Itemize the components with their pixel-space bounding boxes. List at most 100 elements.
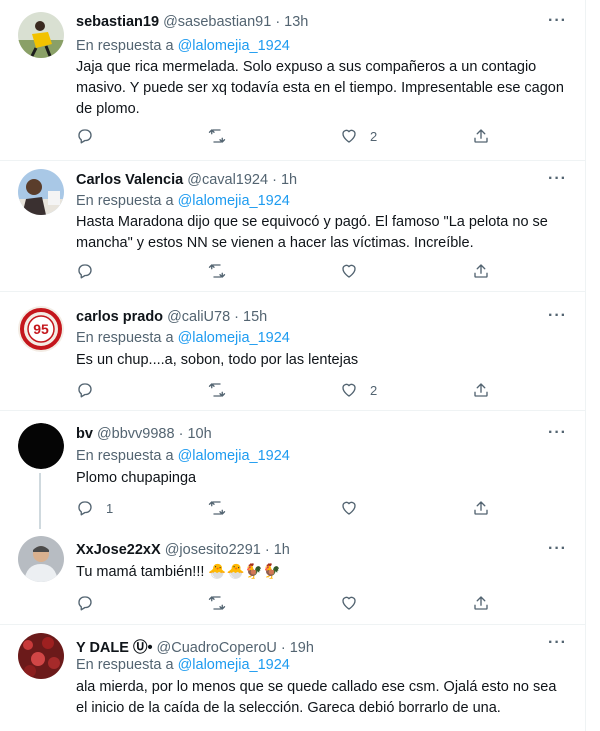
share-button[interactable] bbox=[472, 498, 490, 518]
more-options-icon[interactable]: ··· bbox=[548, 540, 567, 558]
tweet-header: sebastian19 @sasebastian91 · 13h bbox=[76, 14, 308, 30]
reply-button[interactable] bbox=[76, 593, 106, 613]
reply-context: En respuesta a @lalomejia_1924 bbox=[76, 448, 290, 464]
tweet-text: ala mierda, por lo menos que se quede ca… bbox=[76, 679, 557, 716]
reply-icon bbox=[76, 381, 94, 399]
tweet-actions: 2 bbox=[76, 126, 496, 146]
reply-mention-link[interactable]: @lalomejia_1924 bbox=[178, 38, 290, 54]
retweet-button[interactable] bbox=[207, 593, 227, 613]
more-options-icon[interactable]: ··· bbox=[548, 12, 567, 30]
share-button[interactable] bbox=[472, 380, 490, 400]
more-options-icon[interactable]: ··· bbox=[548, 307, 567, 325]
thread-connector bbox=[39, 473, 41, 529]
tweet-actions bbox=[76, 593, 496, 613]
display-name[interactable]: Carlos Valencia bbox=[76, 172, 183, 188]
reply-mention-link[interactable]: @lalomejia_1924 bbox=[178, 330, 290, 346]
reply-context: En respuesta a @lalomejia_1924 bbox=[76, 330, 290, 346]
avatar[interactable] bbox=[18, 169, 64, 215]
tweet[interactable]: Y DALE Ⓤ• @CuadroCoperoU · 19h ··· En re… bbox=[0, 625, 585, 731]
tweet-text: Es un chup....a, sobon, todo por las len… bbox=[76, 352, 359, 368]
reply-mention-link[interactable]: @lalomejia_1924 bbox=[178, 193, 290, 209]
like-button[interactable] bbox=[340, 498, 370, 518]
like-button[interactable] bbox=[340, 261, 370, 281]
reply-button[interactable]: 1 bbox=[76, 498, 113, 518]
tweet[interactable]: sebastian19 @sasebastian91 · 13h ··· En … bbox=[0, 0, 585, 160]
like-count: 2 bbox=[370, 128, 378, 144]
more-options-icon[interactable]: ··· bbox=[548, 170, 567, 188]
like-count: 2 bbox=[370, 382, 378, 398]
handle-time[interactable]: @sasebastian91 · 13h bbox=[163, 14, 308, 30]
retweet-icon bbox=[207, 499, 227, 517]
tweet[interactable]: XxJose22xX @josesito2291 · 1h ··· Tu mam… bbox=[0, 528, 585, 622]
reply-icon bbox=[76, 594, 94, 612]
reply-button[interactable] bbox=[76, 126, 106, 146]
retweet-button[interactable] bbox=[207, 261, 227, 281]
tweet[interactable]: Carlos Valencia @caval1924 · 1h ··· En r… bbox=[0, 161, 585, 291]
share-icon bbox=[472, 499, 490, 517]
handle-time[interactable]: @caliU78 · 15h bbox=[167, 309, 267, 325]
like-button[interactable]: 2 bbox=[340, 380, 377, 400]
avatar-badge-text: 95 bbox=[33, 321, 49, 337]
tweet-header: XxJose22xX @josesito2291 · 1h bbox=[76, 542, 290, 558]
handle-time[interactable]: @bbvv9988 · 10h bbox=[97, 426, 212, 442]
display-name[interactable]: Y DALE Ⓤ• bbox=[76, 640, 153, 656]
avatar[interactable] bbox=[18, 423, 64, 469]
tweet[interactable]: 95 carlos prado @caliU78 · 15h ··· En re… bbox=[0, 292, 585, 410]
avatar[interactable] bbox=[18, 633, 64, 679]
display-name[interactable]: XxJose22xX bbox=[76, 542, 161, 558]
tweet-actions: 1 bbox=[76, 498, 496, 518]
reply-button[interactable] bbox=[76, 261, 106, 281]
like-button[interactable]: 2 bbox=[340, 126, 377, 146]
share-icon bbox=[472, 594, 490, 612]
retweet-button[interactable] bbox=[207, 380, 227, 400]
tweet[interactable]: bv @bbvv9988 · 10h ··· En respuesta a @l… bbox=[0, 411, 585, 529]
tweet-text: Jaja que rica mermelada. Solo expuso a s… bbox=[76, 59, 564, 117]
heart-icon bbox=[340, 127, 358, 145]
retweet-icon bbox=[207, 262, 227, 280]
reply-prefix: En respuesta a bbox=[76, 38, 174, 54]
heart-icon bbox=[340, 499, 358, 517]
tweet-header: carlos prado @caliU78 · 15h bbox=[76, 309, 267, 325]
more-options-icon[interactable]: ··· bbox=[548, 424, 567, 442]
retweet-button[interactable] bbox=[207, 498, 227, 518]
tweet-actions: 2 bbox=[76, 380, 496, 400]
reply-icon bbox=[76, 262, 94, 280]
avatar[interactable] bbox=[18, 536, 64, 582]
avatar[interactable] bbox=[18, 12, 64, 58]
tweet-actions bbox=[76, 261, 496, 281]
reply-prefix: En respuesta a bbox=[76, 448, 174, 464]
replies-feed: sebastian19 @sasebastian91 · 13h ··· En … bbox=[0, 0, 586, 731]
tweet-header: Carlos Valencia @caval1924 · 1h bbox=[76, 172, 297, 188]
reply-prefix: En respuesta a bbox=[76, 657, 174, 673]
heart-icon bbox=[340, 381, 358, 399]
reply-count: 1 bbox=[106, 500, 114, 516]
share-button[interactable] bbox=[472, 593, 490, 613]
reply-icon bbox=[76, 499, 94, 517]
display-name[interactable]: bv bbox=[76, 426, 93, 442]
reply-mention-link[interactable]: @lalomejia_1924 bbox=[178, 448, 290, 464]
retweet-icon bbox=[207, 381, 227, 399]
retweet-icon bbox=[207, 127, 227, 145]
handle-time[interactable]: @caval1924 · 1h bbox=[187, 172, 297, 188]
handle-time[interactable]: @CuadroCoperoU · 19h bbox=[157, 640, 314, 656]
reply-context: En respuesta a @lalomejia_1924 bbox=[76, 193, 290, 209]
display-name[interactable]: carlos prado bbox=[76, 309, 163, 325]
reply-context: En respuesta a @lalomejia_1924 bbox=[76, 657, 290, 673]
reply-mention-link[interactable]: @lalomejia_1924 bbox=[178, 657, 290, 673]
handle-time[interactable]: @josesito2291 · 1h bbox=[165, 542, 290, 558]
avatar[interactable]: 95 bbox=[18, 306, 64, 352]
like-button[interactable] bbox=[340, 593, 370, 613]
share-button[interactable] bbox=[472, 261, 490, 281]
tweet-text: Hasta Maradona dijo que se equivocó y pa… bbox=[76, 214, 548, 251]
share-button[interactable] bbox=[472, 126, 490, 146]
retweet-button[interactable] bbox=[207, 126, 227, 146]
reply-prefix: En respuesta a bbox=[76, 193, 174, 209]
reply-icon bbox=[76, 127, 94, 145]
more-options-icon[interactable]: ··· bbox=[548, 634, 567, 652]
tweet-text: Plomo chupapinga bbox=[76, 470, 197, 486]
heart-icon bbox=[340, 262, 358, 280]
reply-button[interactable] bbox=[76, 380, 106, 400]
display-name[interactable]: sebastian19 bbox=[76, 14, 159, 30]
tweet-text: Tu mamá también!!! 🐣🐣🐓🐓 bbox=[76, 564, 281, 580]
reply-context: En respuesta a @lalomejia_1924 bbox=[76, 38, 290, 54]
